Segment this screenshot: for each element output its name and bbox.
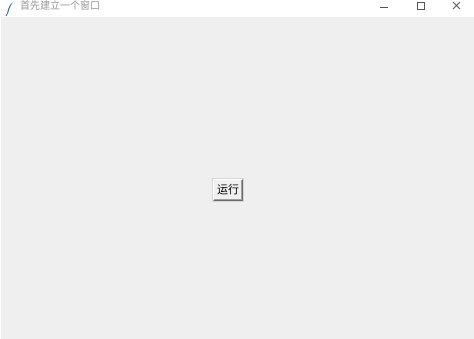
minimize-button[interactable] (366, 1, 402, 13)
title-bar[interactable]: 首先建立一个窗口 (1, 1, 474, 17)
window-client-area (1, 17, 474, 339)
run-button[interactable]: 运行 (213, 179, 243, 201)
maximize-icon (417, 2, 425, 10)
app-window: 首先建立一个窗口 运行 (0, 0, 474, 339)
feather-icon (5, 1, 15, 17)
minimize-icon (380, 7, 388, 8)
close-icon (452, 1, 461, 10)
close-button[interactable] (439, 1, 474, 13)
window-title: 首先建立一个窗口 (20, 1, 100, 12)
maximize-button[interactable] (403, 1, 439, 13)
